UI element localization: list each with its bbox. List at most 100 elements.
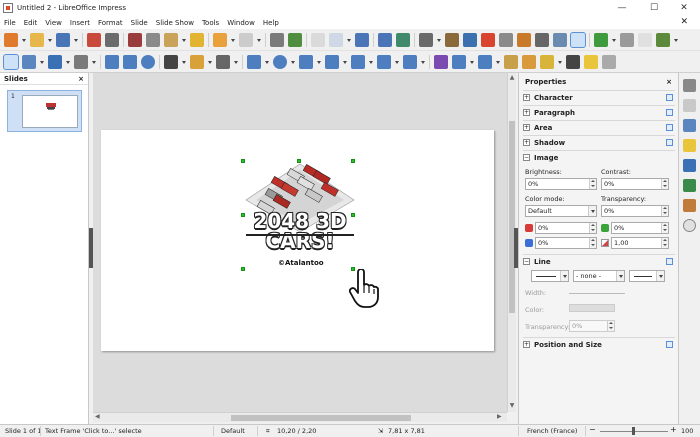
selected-image[interactable]: 2048 3D CARS! ©Atalantoo [244,162,356,272]
flowchart-icon[interactable] [325,54,339,69]
line-style-select[interactable] [531,270,569,282]
clone-formatting-icon[interactable] [190,32,204,47]
slide-layout-dropdown-icon[interactable] [674,33,679,47]
scroll-down-arrow-icon[interactable]: ▼ [508,402,516,409]
cut-icon[interactable] [128,32,142,47]
copy-icon[interactable] [146,32,160,47]
chevron-down-icon[interactable] [560,271,568,281]
new-slide-icon[interactable] [594,32,608,47]
close-document-button[interactable]: ✕ [680,16,688,29]
fields-icon[interactable] [553,32,567,47]
section-paragraph[interactable]: + Paragraph [523,105,675,119]
lines-arrows-icon[interactable] [164,54,178,69]
blue-spinbox[interactable]: 0% [535,237,597,249]
more-options-icon[interactable] [666,139,673,146]
connector-dropdown-icon[interactable] [234,55,239,69]
grid-icon[interactable] [311,32,325,47]
redo-icon[interactable] [239,32,253,47]
3d-objects-dropdown-icon[interactable] [421,55,426,69]
resize-handle-left[interactable] [241,213,245,217]
chart-icon[interactable] [481,32,495,47]
resize-handle-top-right[interactable] [351,159,355,163]
delete-slide-icon[interactable] [638,32,652,47]
fill-color-dropdown-icon[interactable] [92,55,97,69]
resize-handle-top-left[interactable] [241,159,245,163]
symbol-shapes-dropdown-icon[interactable] [291,55,296,69]
start-current-slide-icon[interactable] [396,32,410,47]
status-zoom[interactable]: 100 [681,427,693,435]
undo-icon[interactable] [213,32,227,47]
menu-tools[interactable]: Tools [202,19,219,27]
curve-icon[interactable] [190,54,204,69]
start-first-slide-icon[interactable] [378,32,392,47]
more-options-icon[interactable] [666,94,673,101]
horizontal-scroll-thumb[interactable] [231,415,411,421]
section-position-size[interactable]: + Position and Size [523,337,675,351]
spin-arrows-icon[interactable] [661,206,668,216]
basic-shapes-dropdown-icon[interactable] [265,55,270,69]
slide-transition-tab-icon[interactable] [683,119,696,132]
color-mode-select[interactable]: Default [525,205,597,217]
basic-shapes-icon[interactable] [247,54,261,69]
scroll-left-arrow-icon[interactable]: ◀ [95,413,100,420]
spin-arrows-icon[interactable] [661,223,668,233]
display-views-icon[interactable] [329,32,343,47]
section-image[interactable]: − Image [523,150,675,164]
more-options-icon[interactable] [666,258,673,265]
status-language[interactable]: French (France) [527,427,577,435]
callout-icon[interactable] [351,54,365,69]
green-spinbox[interactable]: 0% [611,222,669,234]
ellipse-icon[interactable] [141,54,155,69]
arrow-style-select[interactable]: - none - [573,270,625,282]
line-color-icon[interactable] [48,54,62,69]
toggle-view-icon[interactable] [570,31,586,48]
table-icon[interactable] [419,32,433,47]
zoom-in-button[interactable]: + [670,425,677,434]
stars-icon[interactable] [377,54,391,69]
new-slide-dropdown-icon[interactable] [612,33,617,47]
block-arrows-icon[interactable] [299,54,313,69]
glue-points-icon[interactable] [584,54,598,69]
animation-tab-icon[interactable] [683,139,696,152]
section-character[interactable]: + Character [523,90,675,104]
filter-dropdown-icon[interactable] [558,55,563,69]
styles-tab-icon[interactable] [683,179,696,192]
menu-view[interactable]: View [45,19,62,27]
hyperlink-icon[interactable] [535,32,549,47]
duplicate-slide-icon[interactable] [620,32,634,47]
paste-dropdown-icon[interactable] [182,33,187,47]
resize-handle-bottom-left[interactable] [241,267,245,271]
slide-canvas[interactable]: 2048 3D CARS! ©Atalantoo [101,130,494,351]
stars-dropdown-icon[interactable] [395,55,400,69]
menu-help[interactable]: Help [263,19,279,27]
flowchart-dropdown-icon[interactable] [343,55,348,69]
undo-dropdown-icon[interactable] [231,33,236,47]
gallery-tab-icon[interactable] [683,199,696,212]
symbol-shapes-icon[interactable] [273,54,287,69]
media-icon[interactable] [463,32,477,47]
fill-color-icon[interactable] [74,54,88,69]
filter-icon[interactable] [540,54,554,69]
zoom-dropdown-icon[interactable] [40,55,45,69]
status-layout[interactable]: Default [221,427,245,435]
more-options-icon[interactable] [666,124,673,131]
brightness-spinbox[interactable]: 0% [525,178,597,190]
new-icon[interactable] [4,32,18,47]
slide-thumbnail-1[interactable]: 1 [7,90,82,132]
chevron-down-icon[interactable] [616,271,624,281]
callout-dropdown-icon[interactable] [369,55,374,69]
crop-icon[interactable] [522,54,536,69]
text-box-icon[interactable] [499,32,513,47]
menu-slide[interactable]: Slide [131,19,148,27]
line-color-dropdown-icon[interactable] [66,55,71,69]
table-dropdown-icon[interactable] [437,33,442,47]
save-dropdown-icon[interactable] [74,33,79,47]
menu-window[interactable]: Window [227,19,255,27]
close-window-button[interactable]: ✕ [668,0,700,16]
gamma-spinbox[interactable]: 1,00 [611,237,669,249]
scroll-up-arrow-icon[interactable]: ▲ [508,74,516,81]
spin-arrows-icon[interactable] [589,179,596,189]
connector-icon[interactable] [216,54,230,69]
line-end-style-select[interactable] [629,270,665,282]
resize-handle-top[interactable] [297,159,301,163]
